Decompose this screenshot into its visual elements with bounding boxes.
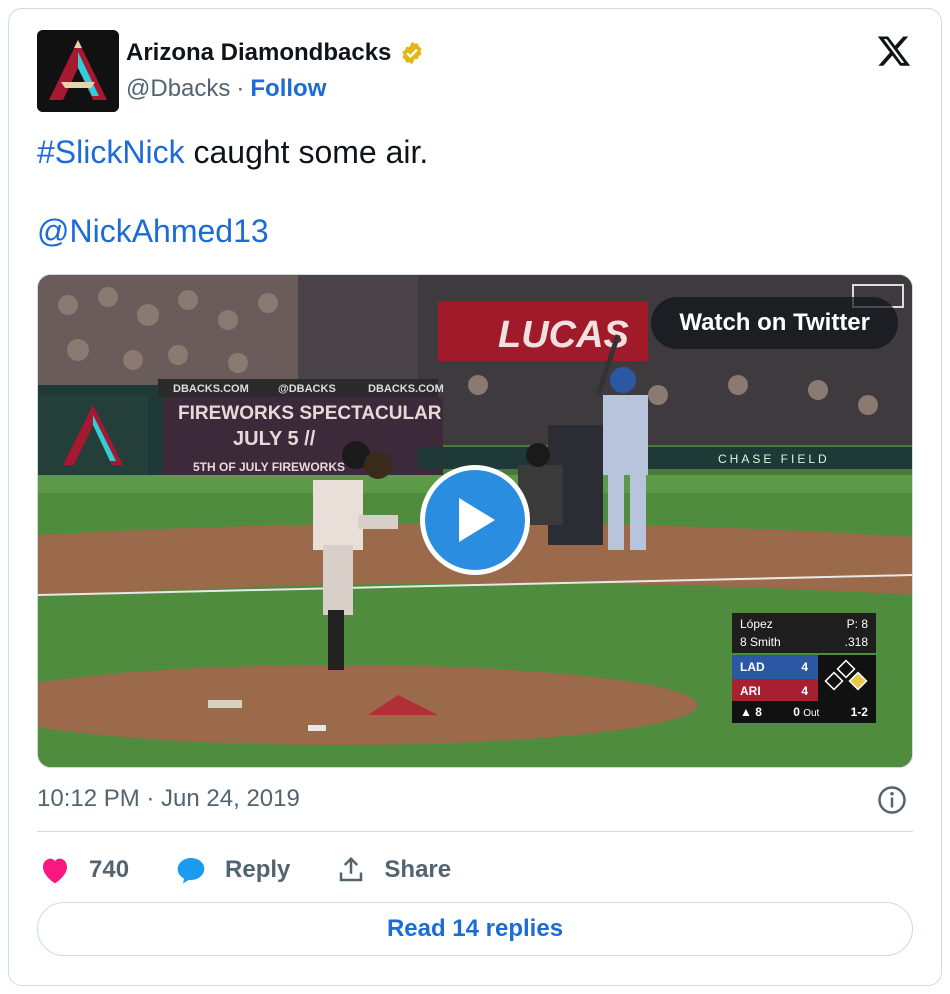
- play-icon: [459, 498, 495, 542]
- like-count: 740: [89, 856, 130, 883]
- reply-button[interactable]: Reply: [175, 855, 290, 885]
- lucas-sign: LUCAS: [498, 314, 629, 356]
- scorebug-players: López P: 8 8 Smith .318: [732, 613, 876, 653]
- team-row-lad: LAD 4: [732, 655, 818, 679]
- board-left-2: @DBACKS: [278, 383, 336, 395]
- team-row-ari: ARI 4: [732, 679, 818, 703]
- author-name[interactable]: Arizona Diamondbacks: [126, 39, 391, 67]
- handle-separator: ·: [236, 75, 245, 102]
- tweet-body: caught some air.: [184, 134, 429, 170]
- reply-label: Reply: [225, 856, 291, 883]
- pitch-count: P: 8: [846, 617, 868, 631]
- mention-link[interactable]: @NickAhmed13: [37, 213, 269, 250]
- video-player[interactable]: DBACKS.COM @DBACKS DBACKS.COM FIREWORKS …: [37, 274, 913, 768]
- fireworks-line-2: JULY 5 //: [233, 428, 316, 450]
- chase-field-sign: CHASE FIELD: [718, 452, 830, 466]
- heart-icon: [43, 858, 67, 884]
- scorebug: López P: 8 8 Smith .318 LAD 4 ARI 4 ▲ 8: [732, 613, 876, 723]
- action-bar: 740 Reply Share: [39, 852, 497, 888]
- info-icon[interactable]: [877, 785, 907, 815]
- share-icon: [340, 856, 363, 882]
- team-abbr-ari: ARI: [740, 684, 761, 698]
- ball-strike-count: 1-2: [850, 705, 868, 719]
- verified-badge-icon: [402, 41, 422, 65]
- author-name-row[interactable]: Arizona Diamondbacks: [126, 39, 425, 67]
- fireworks-line-3: 5TH OF JULY FIREWORKS: [193, 460, 345, 474]
- share-label: Share: [384, 856, 452, 883]
- batter-name: 8 Smith: [740, 635, 781, 649]
- inning: ▲ 8: [740, 705, 762, 719]
- footer-divider: [37, 831, 913, 832]
- outs-label: Out: [803, 708, 820, 719]
- bases-icon: [824, 659, 868, 691]
- batter-avg: .318: [844, 635, 868, 649]
- team-score-lad: 4: [801, 660, 808, 674]
- watch-on-twitter-button[interactable]: Watch on Twitter: [651, 297, 898, 349]
- dbacks-logo-avatar[interactable]: [37, 30, 119, 112]
- author-handle[interactable]: @Dbacks: [126, 75, 230, 103]
- like-button[interactable]: 740: [39, 855, 129, 885]
- x-logo-icon[interactable]: [875, 33, 913, 69]
- scorebug-status: ▲ 8 0 Out 1-2: [732, 701, 876, 723]
- fireworks-line-1: FIREWORKS SPECTACULAR: [178, 403, 442, 424]
- team-score-ari: 4: [801, 684, 808, 698]
- handle-row: @Dbacks · Follow: [126, 75, 326, 103]
- hashtag-link[interactable]: #SlickNick: [37, 134, 185, 170]
- bases-diamond: [818, 655, 876, 703]
- tweet-text: #SlickNick caught some air.: [37, 133, 428, 171]
- tweet-timestamp[interactable]: 10:12 PM · Jun 24, 2019: [37, 785, 300, 813]
- pitcher-name: López: [740, 617, 773, 631]
- tweet-card: Arizona Diamondbacks @Dbacks · Follow #S…: [8, 8, 942, 986]
- board-left-3: DBACKS.COM: [368, 383, 444, 395]
- read-replies-button[interactable]: Read 14 replies: [37, 902, 913, 956]
- team-abbr-lad: LAD: [740, 660, 765, 674]
- board-left-1: DBACKS.COM: [173, 383, 249, 395]
- reply-bubble-icon: [177, 858, 205, 884]
- follow-button[interactable]: Follow: [250, 75, 326, 103]
- play-button[interactable]: [420, 465, 530, 575]
- outs-count: 0: [793, 705, 800, 719]
- share-button[interactable]: Share: [336, 855, 451, 885]
